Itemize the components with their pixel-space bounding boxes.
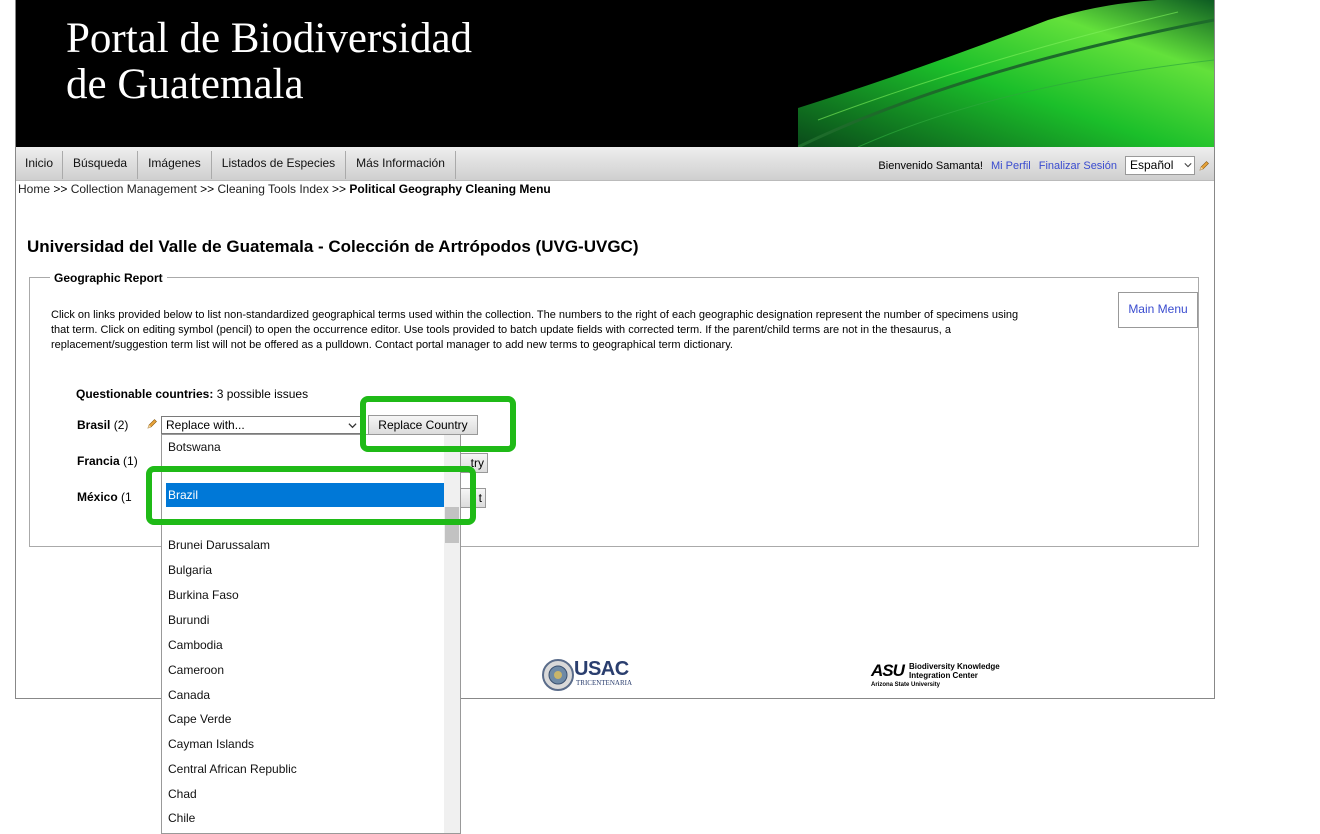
asu-university-name: Arizona State University [871, 682, 941, 688]
dropdown-option[interactable]: Cameroon [162, 658, 444, 682]
breadcrumb-separator: >> [200, 182, 215, 196]
country-row-francia: Francia (1) [77, 454, 138, 468]
nav-imagenes[interactable]: Imágenes [138, 151, 212, 179]
logout-link[interactable]: Finalizar Sesión [1039, 160, 1117, 172]
dropdown-option[interactable]: Brunei Darussalam [162, 533, 444, 557]
dropdown-option[interactable]: Cambodia [162, 633, 444, 657]
dropdown-option[interactable]: Chile [162, 806, 444, 830]
nav-listados[interactable]: Listados de Especies [212, 151, 347, 179]
specimen-count: (1) [123, 454, 138, 468]
dropdown-option[interactable]: Central African Republic [162, 757, 444, 781]
highlight-brazil-option [146, 466, 476, 525]
language-value: Español [1130, 158, 1174, 172]
nav-inicio[interactable]: Inicio [16, 151, 64, 179]
site-title[interactable]: Portal de Biodiversidad de Guatemala [66, 16, 472, 108]
breadcrumb-home[interactable]: Home [18, 182, 50, 196]
asu-mark: ASU [871, 661, 905, 680]
breadcrumb: Home >> Collection Management >> Cleanin… [18, 182, 551, 196]
welcome-text: Bienvenido Samanta! [878, 159, 983, 172]
dropdown-option[interactable]: Bulgaria [162, 558, 444, 582]
dropdown-option[interactable]: Burkina Faso [162, 583, 444, 607]
dropdown-option[interactable]: Canada [162, 683, 444, 707]
dropdown-option[interactable]: Burundi [162, 608, 444, 632]
pencil-icon[interactable] [146, 418, 158, 430]
dropdown-option[interactable]: Chad [162, 782, 444, 806]
nav-menu: Inicio Búsqueda Imágenes Listados de Esp… [16, 151, 456, 179]
replace-with-select[interactable]: Replace with... [161, 416, 361, 434]
usac-name: USAC [574, 658, 629, 680]
specimen-count: (2) [113, 418, 129, 432]
country-name-link[interactable]: Francia [77, 454, 120, 468]
report-instructions: Click on links provided below to list no… [51, 309, 1019, 351]
dropdown-option[interactable]: Cayman Islands [162, 732, 444, 756]
specimen-count: (1 [121, 490, 132, 504]
asu-biokic-logo[interactable]: ASU Biodiversity Knowledge Integration C… [871, 661, 1011, 691]
nav-busqueda[interactable]: Búsqueda [63, 151, 139, 179]
usac-subtitle: TRICENTENARIA [576, 679, 632, 687]
questionable-countries-label: Questionable countries: 3 possible issue… [76, 387, 309, 401]
breadcrumb-separator: >> [332, 182, 347, 196]
usac-logo[interactable]: USAC TRICENTENARIA [541, 658, 636, 692]
highlight-replace-button [360, 396, 516, 452]
chevron-down-icon [348, 423, 357, 429]
feather-image [798, 0, 1214, 147]
pencil-icon[interactable] [1198, 160, 1210, 172]
breadcrumb-collection-management[interactable]: Collection Management [71, 182, 197, 196]
breadcrumb-cleaning-tools[interactable]: Cleaning Tools Index [218, 182, 329, 196]
breadcrumb-current: Political Geography Cleaning Menu [349, 182, 551, 196]
country-row-mexico: México (1 [77, 490, 132, 504]
replace-with-value: Replace with... [166, 418, 245, 432]
profile-link[interactable]: Mi Perfil [991, 160, 1031, 172]
user-area: Bienvenido Samanta! Mi Perfil Finalizar … [878, 156, 1210, 175]
main-nav: Inicio Búsqueda Imágenes Listados de Esp… [16, 147, 1214, 181]
country-row-brasil: Brasil (2) [77, 418, 128, 432]
report-legend: Geographic Report [50, 271, 167, 285]
breadcrumb-separator: >> [53, 182, 68, 196]
country-name-link[interactable]: México [77, 490, 118, 504]
usac-seal-icon [542, 659, 574, 691]
page-title: Universidad del Valle de Guatemala - Col… [27, 237, 639, 256]
issue-count: 3 possible issues [216, 387, 309, 401]
biokic-name: Biodiversity Knowledge Integration Cente… [909, 662, 1000, 680]
nav-mas-informacion[interactable]: Más Información [346, 151, 456, 179]
language-select[interactable]: Español [1125, 156, 1195, 175]
main-menu-button[interactable]: Main Menu [1118, 292, 1198, 328]
dropdown-option[interactable]: Cape Verde [162, 707, 444, 731]
chevron-down-icon [1184, 163, 1192, 168]
country-name-link[interactable]: Brasil [77, 418, 110, 432]
site-banner: Portal de Biodiversidad de Guatemala Oma… [16, 0, 1214, 147]
